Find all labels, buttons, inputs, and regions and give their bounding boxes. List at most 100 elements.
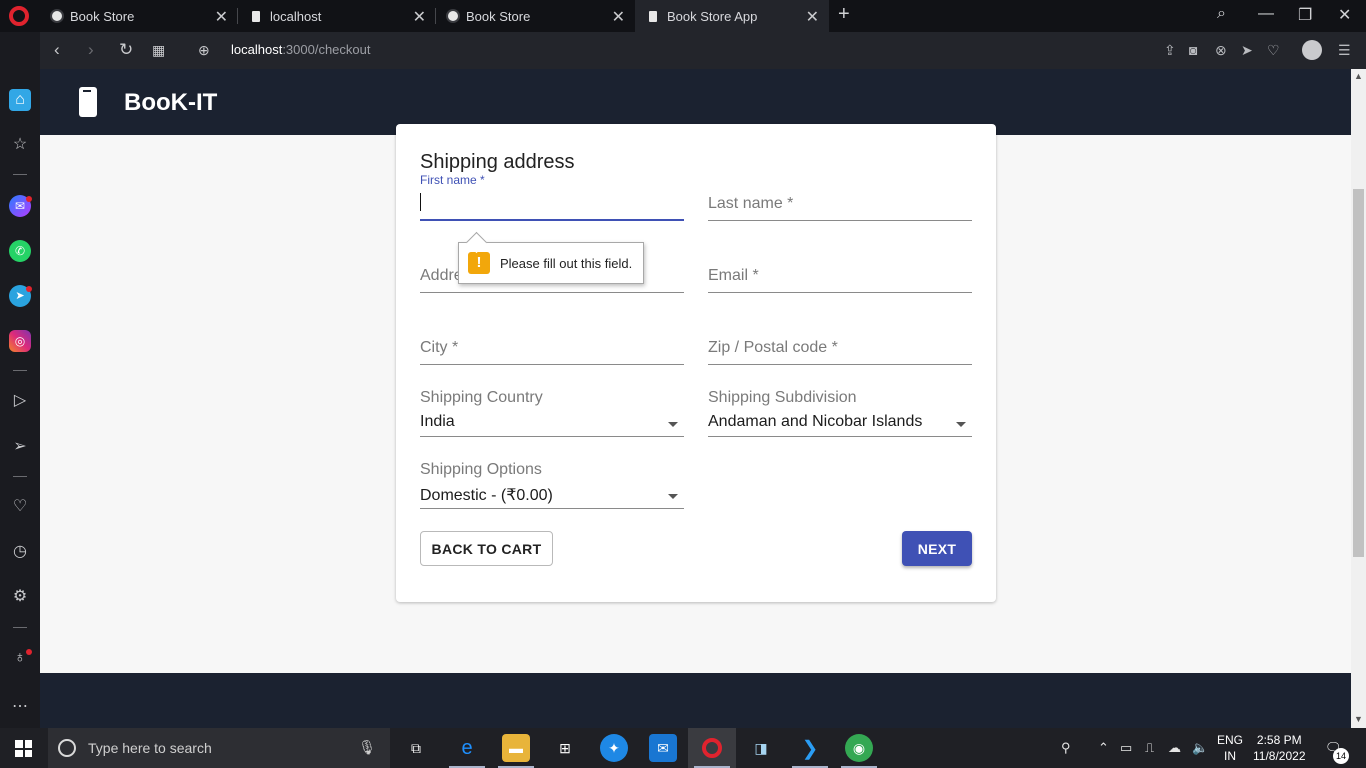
site-info-icon[interactable]: ⊕ [198, 42, 210, 59]
notepad-icon[interactable]: ◨ [747, 734, 775, 762]
microphone-icon[interactable]: 🎙 [358, 739, 376, 756]
close-tab-icon[interactable]: ✕ [215, 7, 228, 27]
last-name-field[interactable]: Last name * [708, 173, 972, 221]
field-underline [708, 364, 972, 365]
document-icon [649, 10, 657, 22]
taskbar-clock[interactable]: 2:58 PM 11/8/2022 [1253, 732, 1306, 764]
dropdown-arrow-icon [668, 494, 678, 499]
shipping-subdivision-select[interactable]: Shipping Subdivision Andaman and Nicobar… [708, 389, 972, 437]
people-icon[interactable]: ⚲ [1061, 740, 1071, 756]
heart-icon[interactable]: ♡ [1267, 42, 1280, 59]
tab-book-store-2[interactable]: Book Store ✕ [436, 0, 635, 32]
microsoft-store-icon[interactable]: ⊞ [551, 734, 579, 762]
first-name-field[interactable]: First name * [420, 173, 684, 221]
new-tab-icon[interactable]: + [838, 3, 850, 26]
opera-taskbar-icon[interactable] [698, 734, 726, 762]
bookmark-star-icon[interactable]: ☆ [9, 134, 31, 156]
windows-start-icon[interactable] [15, 740, 32, 757]
next-button[interactable]: NEXT [902, 531, 972, 566]
url-path: :3000/checkout [282, 42, 371, 57]
windows-taskbar: Type here to search 🎙 ⧉ e ▬ ⊞ ✦ ✉ ◨ ❯ ◉ … [0, 728, 1366, 768]
sidebar-divider [13, 476, 27, 477]
field-underline [420, 292, 684, 293]
vscode-icon[interactable]: ❯ [796, 734, 824, 762]
subdivision-value: Andaman and Nicobar Islands [708, 413, 923, 430]
settings-gear-icon[interactable]: ⚙ [9, 586, 31, 608]
profile-avatar[interactable] [1302, 40, 1322, 60]
book-logo-icon[interactable] [79, 87, 97, 117]
forward-icon[interactable]: › [88, 40, 94, 60]
restore-icon[interactable]: ❐ [1298, 5, 1312, 25]
tabs-grid-icon[interactable]: ▦ [152, 42, 165, 59]
battery-icon[interactable]: ▭ [1120, 740, 1132, 756]
camera-icon[interactable]: ◙ [1189, 42, 1197, 58]
history-icon[interactable]: ◷ [9, 541, 31, 563]
close-tab-icon[interactable]: ✕ [612, 7, 625, 27]
page-viewport: BooK-IT Shipping address First name * La… [40, 69, 1351, 728]
volume-icon[interactable]: 🔈 [1192, 740, 1208, 756]
safari-icon[interactable]: ✦ [600, 734, 628, 762]
field-underline [420, 508, 684, 509]
url-host: localhost [231, 42, 283, 57]
mail-icon[interactable]: ✉ [649, 734, 677, 762]
zip-field[interactable]: Zip / Postal code * [708, 317, 972, 365]
dropdown-arrow-icon [956, 422, 966, 427]
minimize-icon[interactable]: — [1258, 5, 1274, 23]
onedrive-cloud-icon[interactable]: ☁ [1168, 740, 1181, 756]
brand-title[interactable]: BooK-IT [124, 89, 217, 117]
tab-book-store-1[interactable]: Book Store ✕ [40, 0, 238, 32]
email-label: Email * [708, 267, 759, 284]
checkout-card: Shipping address First name * Last name … [396, 124, 996, 602]
home-icon[interactable]: ⌂ [9, 89, 31, 111]
scroll-down-icon[interactable]: ▼ [1354, 714, 1363, 724]
sidebar-divider [13, 627, 27, 628]
adblock-icon[interactable]: ⊗ [1215, 42, 1227, 59]
first-name-label: First name * [420, 173, 485, 187]
menu-icon[interactable]: ☰ [1338, 42, 1351, 59]
browser-tab-bar: Book Store ✕ localhost ✕ Book Store ✕ Bo… [0, 0, 1366, 32]
tab-label: Book Store [70, 8, 135, 24]
close-tab-icon[interactable]: ✕ [806, 7, 819, 27]
scroll-up-icon[interactable]: ▲ [1354, 71, 1363, 81]
taskbar-search-box[interactable]: Type here to search 🎙 [48, 728, 390, 768]
text-caret [420, 193, 421, 211]
send-icon[interactable]: ➢ [9, 436, 31, 458]
shipping-options-select[interactable]: Shipping Options Domestic - (₹0.00) [420, 461, 684, 509]
whatsapp-icon[interactable]: ✆ [9, 240, 31, 262]
city-field[interactable]: City * [420, 317, 684, 365]
close-window-icon[interactable]: ✕ [1338, 5, 1351, 25]
address-bar: ‹ › ↻ ▦ ⊕ localhost:3000/checkout ⇪ ◙ ⊗ … [40, 32, 1366, 69]
opera-logo-icon[interactable] [9, 6, 29, 26]
reload-icon[interactable]: ↻ [119, 40, 133, 60]
chrome-icon[interactable]: ◉ [845, 734, 873, 762]
tab-localhost[interactable]: localhost ✕ [238, 0, 436, 32]
search-tabs-icon[interactable]: ⌕ [1217, 5, 1226, 23]
language-code: ENG [1217, 733, 1244, 747]
page-scrollbar[interactable]: ▲ ▼ [1351, 69, 1366, 728]
tray-overflow-icon[interactable]: ⌃ [1098, 740, 1109, 756]
language-indicator[interactable]: ENG IN [1217, 732, 1243, 764]
close-tab-icon[interactable]: ✕ [413, 7, 426, 27]
instagram-icon[interactable]: ◎ [9, 330, 31, 352]
options-value: Domestic - (₹0.00) [420, 487, 553, 504]
send-icon[interactable]: ➤ [1241, 42, 1253, 59]
task-view-icon[interactable]: ⧉ [402, 734, 430, 762]
file-explorer-icon[interactable]: ▬ [502, 734, 530, 762]
more-icon[interactable]: ⋯ [9, 696, 31, 718]
url-field[interactable]: localhost:3000/checkout [231, 42, 371, 57]
email-field[interactable]: Email * [708, 245, 972, 293]
share-icon[interactable]: ⇪ [1164, 42, 1176, 59]
shipping-country-select[interactable]: Shipping Country India [420, 389, 684, 437]
globe-icon [50, 9, 64, 23]
player-icon[interactable]: ▷ [9, 390, 31, 412]
heart-icon[interactable]: ♡ [9, 496, 31, 518]
edge-browser-icon[interactable]: e [453, 734, 481, 762]
field-underline [708, 292, 972, 293]
subdivision-label: Shipping Subdivision [708, 389, 857, 406]
scrollbar-thumb[interactable] [1353, 189, 1364, 557]
tab-book-store-app[interactable]: Book Store App ✕ [635, 0, 829, 32]
back-to-cart-button[interactable]: BACK TO CART [420, 531, 553, 566]
network-icon[interactable]: ⎍ [1145, 740, 1154, 756]
validation-tooltip: ! Please fill out this field. [458, 242, 644, 284]
back-icon[interactable]: ‹ [54, 40, 60, 60]
